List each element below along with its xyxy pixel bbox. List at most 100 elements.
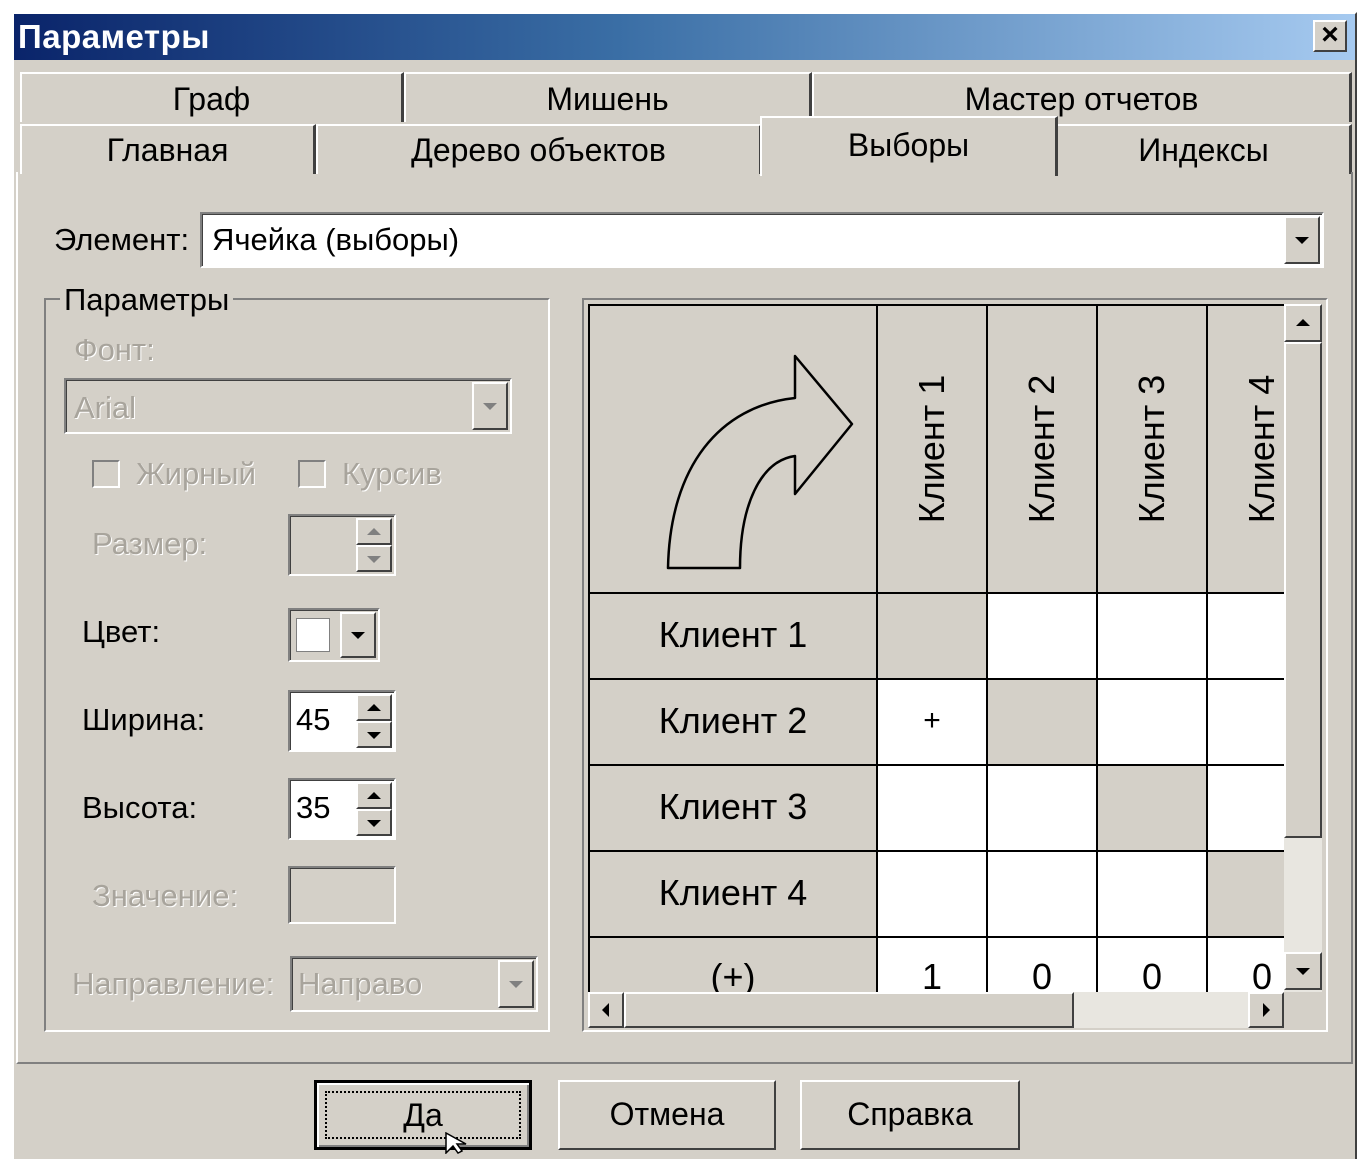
row-header: Клиент 1 xyxy=(588,594,878,680)
arrow-up-icon xyxy=(367,703,381,711)
grid-cell[interactable] xyxy=(878,594,988,680)
tab-report-wizard[interactable]: Мастер отчетов xyxy=(812,72,1352,122)
font-select[interactable]: Arial xyxy=(64,378,512,434)
color-swatch xyxy=(296,618,330,652)
horizontal-scroll-thumb[interactable] xyxy=(624,992,1074,1028)
chevron-down-icon xyxy=(483,403,497,410)
tab-object-tree-label: Дерево объектов xyxy=(411,132,666,168)
direction-select[interactable]: Направо xyxy=(290,956,538,1012)
direction-dropdown-button[interactable] xyxy=(498,960,534,1008)
bold-checkbox[interactable] xyxy=(92,460,120,488)
scroll-right-button[interactable] xyxy=(1248,992,1284,1028)
choices-grid[interactable]: Клиент 1 Клиент 2 Клиент 3 Клиент 4 Клие… xyxy=(582,298,1328,1032)
tab-target-label: Мишень xyxy=(546,81,669,117)
arrow-down-icon xyxy=(367,731,381,739)
column-header: Клиент 4 xyxy=(1208,304,1284,594)
column-header-label: Клиент 4 xyxy=(1241,374,1282,524)
arrow-up-icon xyxy=(1296,319,1310,326)
font-select-value: Arial xyxy=(74,390,137,425)
arrow-up-icon xyxy=(367,791,381,799)
tab-choices-label: Выборы xyxy=(847,127,970,163)
curved-arrow-icon xyxy=(666,354,854,570)
grid-viewport: Клиент 1 Клиент 2 Клиент 3 Клиент 4 Клие… xyxy=(588,304,1284,992)
direction-label: Направление: xyxy=(72,966,275,1001)
column-header-label: Клиент 1 xyxy=(911,374,952,524)
cancel-button[interactable]: Отмена xyxy=(558,1080,776,1150)
width-spin-up[interactable] xyxy=(356,694,392,721)
tab-graph-label: Граф xyxy=(172,81,251,117)
help-button[interactable]: Справка xyxy=(800,1080,1020,1150)
chevron-down-icon xyxy=(1295,237,1309,244)
grid-cell[interactable]: + xyxy=(878,680,988,766)
grid-cell[interactable] xyxy=(988,852,1098,938)
total-row-header: (+) xyxy=(588,938,878,992)
chevron-down-icon xyxy=(351,632,365,639)
scroll-down-button[interactable] xyxy=(1284,952,1322,990)
row-header: Клиент 2 xyxy=(588,680,878,766)
total-cell: 0 xyxy=(1208,938,1284,992)
ok-button[interactable]: Да xyxy=(314,1080,532,1150)
close-button[interactable]: × xyxy=(1313,20,1347,52)
tab-choices[interactable]: Выборы xyxy=(760,116,1058,176)
row-header: Клиент 4 xyxy=(588,852,878,938)
font-dropdown-button[interactable] xyxy=(472,382,508,430)
window-title: Параметры xyxy=(18,18,210,55)
size-input[interactable] xyxy=(288,514,396,576)
color-picker[interactable] xyxy=(288,608,380,662)
size-spin-down[interactable] xyxy=(356,545,392,572)
height-input-value: 35 xyxy=(296,790,331,825)
size-spin-up[interactable] xyxy=(356,518,392,545)
width-label: Ширина: xyxy=(82,702,206,737)
scroll-up-button[interactable] xyxy=(1284,304,1322,342)
grid-cell[interactable] xyxy=(1208,852,1284,938)
grid-cell[interactable] xyxy=(1098,680,1208,766)
chevron-down-icon xyxy=(509,981,523,988)
width-input[interactable]: 45 xyxy=(288,690,396,752)
italic-label: Курсив xyxy=(342,456,442,491)
grid-cell[interactable] xyxy=(1208,766,1284,852)
row-header: Клиент 3 xyxy=(588,766,878,852)
arrow-left-icon xyxy=(602,1003,609,1017)
element-select[interactable]: Ячейка (выборы) xyxy=(200,212,1324,268)
color-dropdown-button[interactable] xyxy=(340,612,376,658)
tab-main[interactable]: Главная xyxy=(20,124,316,174)
grid-cell[interactable] xyxy=(988,680,1098,766)
tab-object-tree[interactable]: Дерево объектов xyxy=(316,124,762,174)
scroll-left-button[interactable] xyxy=(588,992,624,1028)
column-header-label: Клиент 3 xyxy=(1131,374,1172,524)
arrow-down-icon xyxy=(1296,968,1310,975)
grid-cell[interactable] xyxy=(1098,852,1208,938)
height-input[interactable]: 35 xyxy=(288,778,396,840)
parameters-group-title: Параметры xyxy=(60,282,234,318)
height-spin-down[interactable] xyxy=(356,809,392,836)
color-label: Цвет: xyxy=(82,614,161,649)
element-select-value: Ячейка (выборы) xyxy=(212,222,460,257)
arrow-up-icon xyxy=(367,527,381,535)
width-input-value: 45 xyxy=(296,702,331,737)
vertical-scrollbar[interactable] xyxy=(1284,304,1322,992)
width-spin-down[interactable] xyxy=(356,721,392,748)
grid-cell[interactable] xyxy=(1208,680,1284,766)
height-spin-up[interactable] xyxy=(356,782,392,809)
column-header: Клиент 1 xyxy=(878,304,988,594)
element-dropdown-button[interactable] xyxy=(1284,216,1320,264)
grid-cell[interactable] xyxy=(878,852,988,938)
tab-graph[interactable]: Граф xyxy=(20,72,404,122)
italic-checkbox[interactable] xyxy=(298,460,326,488)
value-input[interactable] xyxy=(288,866,396,924)
grid-cell[interactable] xyxy=(878,766,988,852)
grid-cell[interactable] xyxy=(1098,766,1208,852)
tab-indexes[interactable]: Индексы xyxy=(1056,124,1352,174)
grid-cell[interactable] xyxy=(1208,594,1284,680)
arrow-down-icon xyxy=(367,819,381,827)
total-cell: 0 xyxy=(1098,938,1208,992)
title-bar[interactable]: Параметры × xyxy=(14,14,1355,60)
direction-select-value: Направо xyxy=(298,966,423,1001)
bold-label: Жирный xyxy=(136,456,256,491)
vertical-scroll-thumb[interactable] xyxy=(1284,342,1322,838)
grid-cell[interactable] xyxy=(988,594,1098,680)
tab-target[interactable]: Мишень xyxy=(404,72,812,122)
grid-cell[interactable] xyxy=(1098,594,1208,680)
grid-cell[interactable] xyxy=(988,766,1098,852)
horizontal-scrollbar[interactable] xyxy=(588,992,1284,1028)
